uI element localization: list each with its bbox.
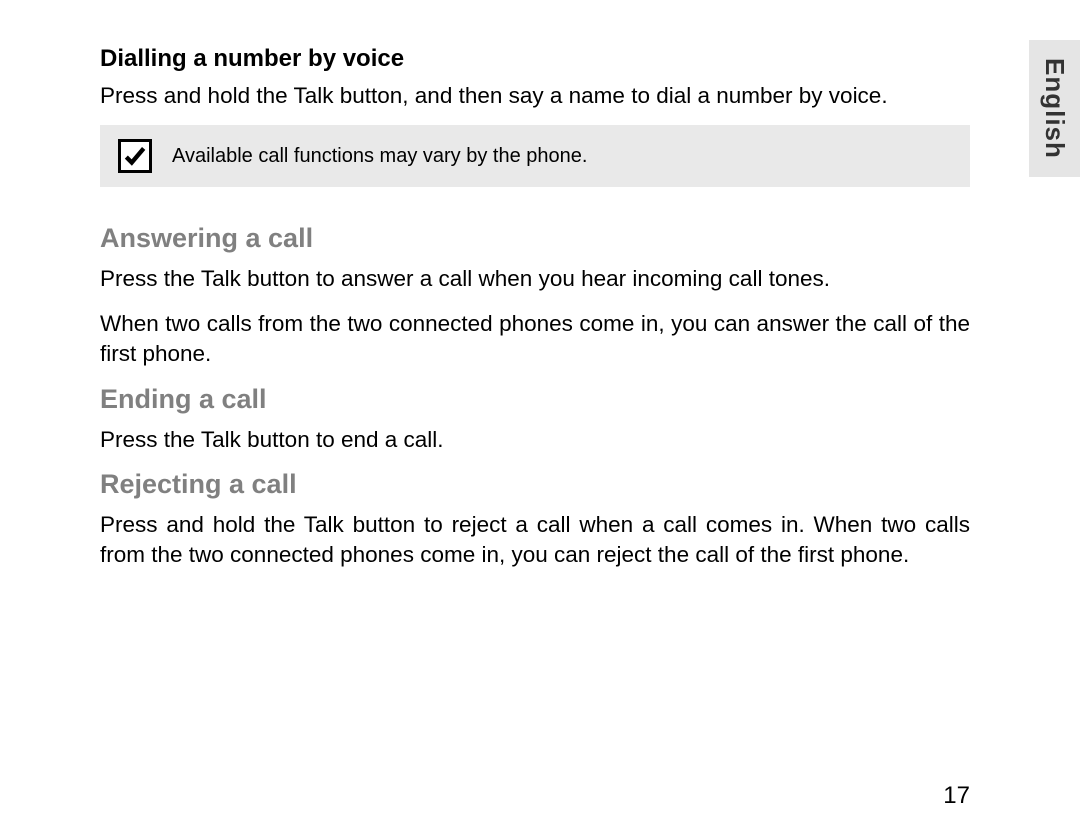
ending-heading: Ending a call [100, 384, 970, 415]
page-number: 17 [943, 782, 970, 810]
ending-text: Press the Talk button to end a call. [100, 425, 970, 455]
note-text: Available call functions may vary by the… [172, 145, 587, 168]
rejecting-heading: Rejecting a call [100, 469, 970, 500]
answering-text-1: Press the Talk button to answer a call w… [100, 264, 970, 294]
checkmark-icon [118, 139, 152, 173]
dialling-text: Press and hold the Talk button, and then… [100, 81, 970, 111]
answering-text-2: When two calls from the two connected ph… [100, 309, 970, 370]
rejecting-text: Press and hold the Talk button to reject… [100, 510, 970, 571]
dialling-heading: Dialling a number by voice [100, 45, 970, 73]
answering-heading: Answering a call [100, 223, 970, 254]
content-area: Dialling a number by voice Press and hol… [100, 45, 980, 571]
note-box: Available call functions may vary by the… [100, 125, 970, 187]
page-content: Dialling a number by voice Press and hol… [0, 0, 1080, 625]
